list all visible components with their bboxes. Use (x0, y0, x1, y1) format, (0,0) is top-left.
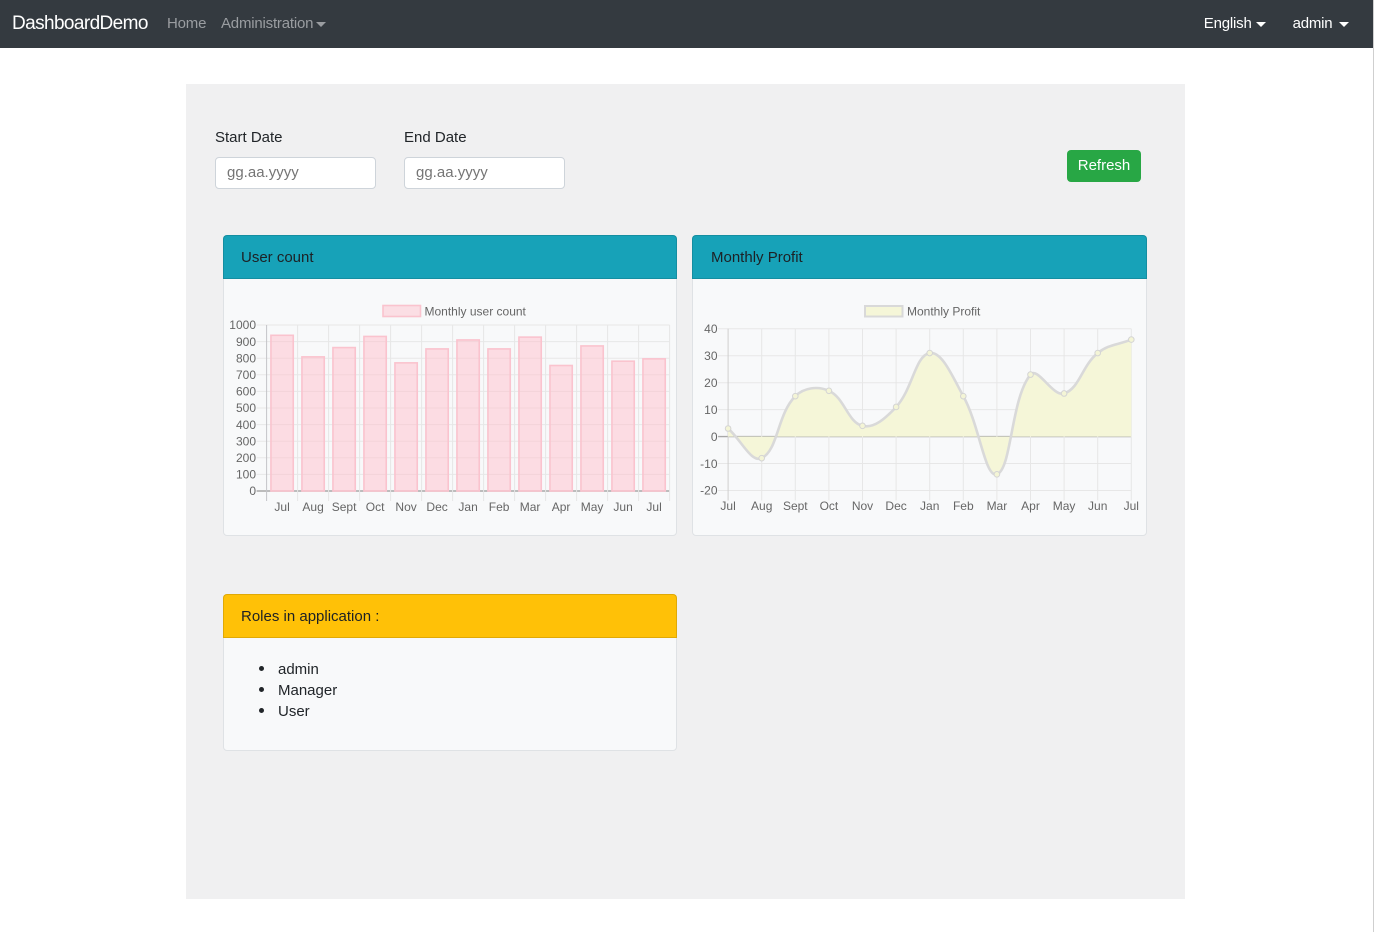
svg-text:30: 30 (704, 349, 718, 363)
svg-text:Aug: Aug (302, 500, 323, 514)
svg-text:300: 300 (236, 434, 256, 448)
svg-text:Sept: Sept (783, 499, 808, 513)
svg-text:Nov: Nov (395, 500, 416, 514)
svg-text:May: May (1053, 499, 1076, 513)
svg-text:400: 400 (236, 418, 256, 432)
svg-text:0: 0 (249, 484, 256, 498)
svg-text:-20: -20 (700, 484, 718, 498)
svg-text:0: 0 (711, 430, 718, 444)
svg-text:Sept: Sept (332, 500, 357, 514)
svg-text:Mar: Mar (987, 499, 1008, 513)
svg-text:Oct: Oct (366, 500, 385, 514)
svg-text:100: 100 (236, 468, 256, 482)
svg-text:600: 600 (236, 385, 256, 399)
svg-text:Jun: Jun (613, 500, 632, 514)
svg-text:Nov: Nov (852, 499, 873, 513)
svg-text:Aug: Aug (751, 499, 772, 513)
svg-text:900: 900 (236, 335, 256, 349)
svg-text:Monthly user count: Monthly user count (425, 305, 527, 319)
svg-text:Feb: Feb (489, 500, 510, 514)
svg-text:40: 40 (704, 322, 718, 336)
svg-text:Jan: Jan (920, 499, 939, 513)
svg-text:20: 20 (704, 376, 718, 390)
svg-text:Jul: Jul (274, 500, 289, 514)
svg-text:Feb: Feb (953, 499, 974, 513)
svg-text:Jul: Jul (1124, 499, 1139, 513)
svg-text:Monthly Profit: Monthly Profit (907, 305, 981, 319)
svg-text:1000: 1000 (229, 318, 256, 332)
svg-text:Jan: Jan (458, 500, 477, 514)
svg-text:500: 500 (236, 401, 256, 415)
svg-text:May: May (581, 500, 604, 514)
svg-text:Jun: Jun (1088, 499, 1107, 513)
svg-text:Mar: Mar (520, 500, 541, 514)
svg-text:Apr: Apr (552, 500, 571, 514)
svg-text:800: 800 (236, 351, 256, 365)
svg-text:Jul: Jul (720, 499, 735, 513)
svg-text:Apr: Apr (1021, 499, 1040, 513)
svg-text:-10: -10 (700, 457, 718, 471)
svg-text:700: 700 (236, 368, 256, 382)
svg-text:10: 10 (704, 403, 718, 417)
svg-text:Oct: Oct (820, 499, 839, 513)
svg-text:Dec: Dec (885, 499, 906, 513)
svg-text:200: 200 (236, 451, 256, 465)
svg-text:Dec: Dec (426, 500, 447, 514)
svg-text:Jul: Jul (646, 500, 661, 514)
